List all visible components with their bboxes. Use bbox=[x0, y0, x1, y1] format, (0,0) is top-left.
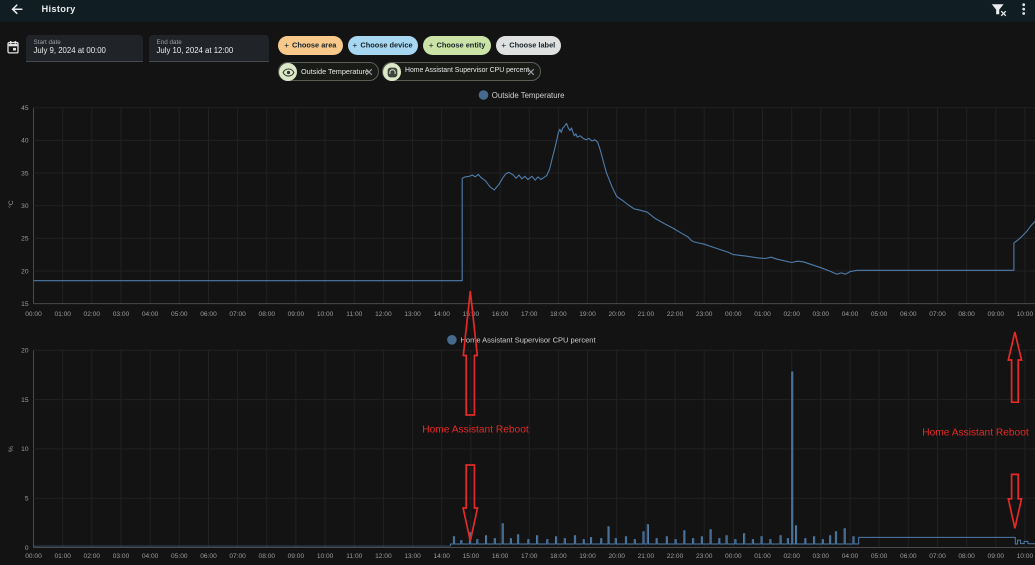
svg-text:09:00: 09:00 bbox=[288, 311, 305, 318]
svg-text:20:00: 20:00 bbox=[608, 311, 625, 318]
svg-text:06:00: 06:00 bbox=[900, 311, 917, 318]
svg-text:20: 20 bbox=[21, 348, 29, 355]
svg-text:04:00: 04:00 bbox=[142, 311, 159, 318]
svg-text:15:00: 15:00 bbox=[463, 553, 480, 560]
svg-text:Home Assistant Reboot: Home Assistant Reboot bbox=[922, 428, 1029, 439]
svg-text:00:00: 00:00 bbox=[725, 553, 742, 560]
svg-text:02:00: 02:00 bbox=[783, 311, 800, 318]
svg-text:04:00: 04:00 bbox=[842, 311, 859, 318]
svg-text:45: 45 bbox=[21, 105, 29, 112]
svg-text:%: % bbox=[8, 446, 15, 452]
svg-text:16:00: 16:00 bbox=[492, 553, 509, 560]
svg-text:06:00: 06:00 bbox=[200, 553, 217, 560]
svg-text:12:00: 12:00 bbox=[375, 553, 392, 560]
svg-text:10: 10 bbox=[21, 446, 29, 453]
svg-text:05:00: 05:00 bbox=[171, 553, 188, 560]
svg-text:17:00: 17:00 bbox=[521, 553, 538, 560]
svg-text:20: 20 bbox=[21, 268, 29, 275]
svg-text:04:00: 04:00 bbox=[142, 553, 159, 560]
svg-text:20:00: 20:00 bbox=[608, 553, 625, 560]
svg-text:23:00: 23:00 bbox=[696, 553, 713, 560]
svg-text:15:00: 15:00 bbox=[463, 311, 480, 318]
svg-text:07:00: 07:00 bbox=[229, 311, 246, 318]
svg-text:17:00: 17:00 bbox=[521, 311, 538, 318]
svg-text:02:00: 02:00 bbox=[84, 311, 101, 318]
svg-text:07:00: 07:00 bbox=[929, 553, 946, 560]
svg-text:08:00: 08:00 bbox=[259, 553, 276, 560]
svg-text:11:00: 11:00 bbox=[346, 311, 362, 318]
svg-text:00:00: 00:00 bbox=[25, 311, 42, 318]
svg-text:05:00: 05:00 bbox=[871, 311, 888, 318]
svg-text:21:00: 21:00 bbox=[638, 311, 655, 318]
svg-text:01:00: 01:00 bbox=[754, 553, 771, 560]
svg-text:09:00: 09:00 bbox=[288, 553, 305, 560]
svg-text:Outside Temperature: Outside Temperature bbox=[492, 91, 565, 100]
svg-text:03:00: 03:00 bbox=[813, 311, 830, 318]
svg-text:03:00: 03:00 bbox=[813, 553, 830, 560]
svg-text:10:00: 10:00 bbox=[1017, 553, 1034, 560]
svg-text:15: 15 bbox=[21, 301, 29, 308]
svg-text:00:00: 00:00 bbox=[725, 311, 742, 318]
svg-text:06:00: 06:00 bbox=[900, 553, 917, 560]
svg-text:12:00: 12:00 bbox=[375, 311, 392, 318]
svg-text:13:00: 13:00 bbox=[404, 311, 421, 318]
svg-text:08:00: 08:00 bbox=[958, 553, 975, 560]
svg-text:0: 0 bbox=[25, 545, 29, 552]
svg-text:18:00: 18:00 bbox=[550, 311, 567, 318]
svg-text:10:00: 10:00 bbox=[317, 311, 334, 318]
svg-text:14:00: 14:00 bbox=[433, 553, 450, 560]
svg-text:06:00: 06:00 bbox=[200, 311, 217, 318]
svg-text:21:00: 21:00 bbox=[638, 553, 655, 560]
svg-text:10:00: 10:00 bbox=[317, 553, 334, 560]
svg-text:14:00: 14:00 bbox=[433, 311, 450, 318]
svg-text:30: 30 bbox=[21, 203, 29, 210]
svg-text:23:00: 23:00 bbox=[696, 311, 713, 318]
svg-text:5: 5 bbox=[25, 496, 29, 503]
svg-text:02:00: 02:00 bbox=[84, 553, 101, 560]
svg-text:09:00: 09:00 bbox=[988, 553, 1005, 560]
svg-text:05:00: 05:00 bbox=[171, 311, 188, 318]
svg-text:08:00: 08:00 bbox=[259, 311, 276, 318]
svg-text:22:00: 22:00 bbox=[667, 553, 684, 560]
svg-text:01:00: 01:00 bbox=[754, 311, 771, 318]
svg-text:35: 35 bbox=[21, 170, 29, 177]
svg-text:11:00: 11:00 bbox=[346, 553, 362, 560]
svg-text:22:00: 22:00 bbox=[667, 311, 684, 318]
svg-text:03:00: 03:00 bbox=[113, 553, 130, 560]
svg-text:07:00: 07:00 bbox=[929, 311, 946, 318]
svg-text:°C: °C bbox=[7, 200, 15, 208]
svg-text:19:00: 19:00 bbox=[579, 311, 596, 318]
svg-text:00:00: 00:00 bbox=[25, 553, 42, 560]
svg-text:04:00: 04:00 bbox=[842, 553, 859, 560]
svg-text:10:00: 10:00 bbox=[1017, 311, 1034, 318]
svg-text:16:00: 16:00 bbox=[492, 311, 509, 318]
svg-text:02:00: 02:00 bbox=[783, 553, 800, 560]
svg-text:07:00: 07:00 bbox=[229, 553, 246, 560]
svg-text:18:00: 18:00 bbox=[550, 553, 567, 560]
svg-text:Home Assistant Supervisor CPU: Home Assistant Supervisor CPU percent bbox=[461, 336, 597, 345]
svg-text:08:00: 08:00 bbox=[958, 311, 975, 318]
svg-text:Home Assistant Reboot: Home Assistant Reboot bbox=[422, 424, 529, 435]
svg-text:01:00: 01:00 bbox=[54, 311, 71, 318]
svg-text:03:00: 03:00 bbox=[113, 311, 130, 318]
svg-text:13:00: 13:00 bbox=[404, 553, 421, 560]
svg-text:09:00: 09:00 bbox=[988, 311, 1005, 318]
svg-text:15: 15 bbox=[21, 397, 29, 404]
svg-text:40: 40 bbox=[21, 138, 29, 145]
svg-text:19:00: 19:00 bbox=[579, 553, 596, 560]
svg-text:05:00: 05:00 bbox=[871, 553, 888, 560]
svg-text:25: 25 bbox=[21, 236, 29, 243]
svg-text:01:00: 01:00 bbox=[54, 553, 71, 560]
